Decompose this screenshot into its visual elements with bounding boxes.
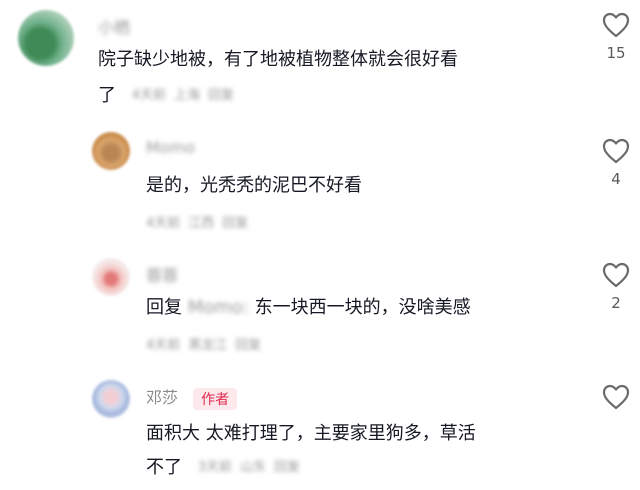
comment-text: 回复 Momo: 东一块西一块的，没啥美感	[146, 292, 471, 324]
reply-button[interactable]: 回复	[235, 338, 261, 353]
comment-username[interactable]: 小栖	[98, 14, 130, 38]
like-button[interactable]: 2	[596, 262, 636, 312]
reply-to-username[interactable]: Momo:	[188, 292, 249, 324]
comment-location: 山东	[240, 460, 267, 475]
comment-meta: 4天前 上海 回复	[132, 88, 242, 103]
comment-username[interactable]: 邓莎	[146, 388, 178, 407]
heart-outline-icon	[602, 384, 630, 410]
avatar[interactable]	[92, 132, 130, 170]
like-count: 2	[611, 294, 621, 312]
avatar[interactable]	[92, 258, 130, 296]
comment-meta: 3天前 山东 回复	[198, 460, 308, 475]
comment-text-continued: 了	[98, 85, 116, 106]
reply-text: 东一块西一块的，没啥美感	[254, 297, 471, 318]
avatar[interactable]	[92, 380, 130, 418]
like-button[interactable]: 4	[596, 138, 636, 188]
comment-time: 4天前	[131, 88, 167, 103]
comment-text: 是的，光秃秃的泥巴不好看	[146, 175, 362, 196]
comment-text: 院子缺少地被，有了地被植物整体就会很好看	[98, 49, 458, 70]
comment-location: 黑龙江	[188, 338, 228, 353]
reply-button[interactable]: 回复	[222, 216, 248, 231]
author-badge: 作者	[193, 387, 238, 410]
like-count: 4	[611, 170, 621, 188]
reply-button[interactable]: 回复	[208, 88, 234, 103]
comment-text: 面积大 太难打理了，主要家里狗多，草活	[146, 423, 476, 444]
comment-location: 上海	[174, 88, 201, 103]
like-button[interactable]	[596, 384, 636, 416]
reply-button[interactable]: 回复	[274, 460, 300, 475]
heart-outline-icon	[602, 12, 630, 38]
comment-time: 4天前	[146, 338, 181, 353]
comment-text-continued: 不了	[146, 457, 182, 478]
reply-prefix: 回复	[146, 297, 182, 318]
like-count: 15	[606, 44, 626, 62]
heart-outline-icon	[602, 138, 630, 164]
comment-time: 4天前	[146, 216, 181, 231]
heart-outline-icon	[602, 262, 630, 288]
comment-header: 邓莎 作者	[146, 384, 238, 410]
comment-username[interactable]: Momo	[146, 138, 195, 157]
avatar[interactable]	[18, 10, 74, 66]
comment-location: 江西	[188, 216, 215, 231]
comment-username[interactable]: 蓉蓉	[146, 262, 178, 286]
comment-time: 3天前	[197, 460, 233, 475]
comment-meta: 4天前 江西 回复	[146, 212, 256, 231]
comment-meta: 4天前 黑龙江 回复	[146, 334, 269, 353]
like-button[interactable]: 15	[596, 12, 636, 62]
